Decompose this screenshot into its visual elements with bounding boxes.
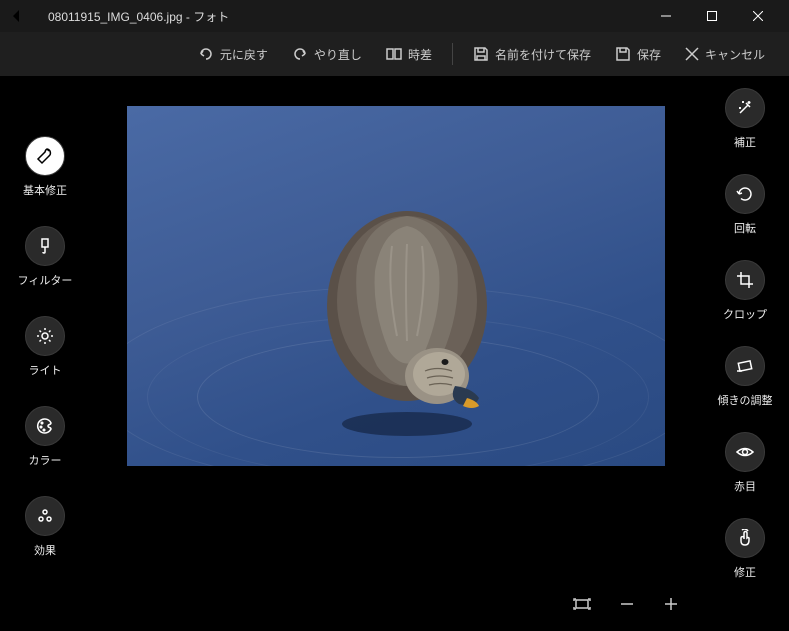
enhance-label: 補正 [734, 134, 756, 150]
compare-label: 時差 [408, 46, 432, 63]
crop-button[interactable]: クロップ [723, 260, 767, 322]
bottom-bar [0, 589, 699, 619]
rotate-icon [725, 174, 765, 214]
title-bar: 08011915_IMG_0406.jpg - フォト [0, 0, 789, 32]
straighten-button[interactable]: 傾きの調整 [718, 346, 773, 408]
straighten-icon [725, 346, 765, 386]
redo-button[interactable]: やり直し [282, 40, 372, 69]
window-title: 08011915_IMG_0406.jpg - フォト [48, 8, 643, 25]
effect-label: 効果 [34, 542, 56, 558]
wrench-icon [25, 136, 65, 176]
effect-button[interactable]: 効果 [25, 496, 65, 558]
photo-subject [307, 176, 517, 436]
toolbar: 元に戻す やり直し 時差 名前を付けて保存 保存 キャンセル [0, 32, 789, 76]
compare-button[interactable]: 時差 [376, 40, 442, 69]
left-rail: 基本修正 フィルター ライト カラー 効果 [0, 76, 90, 631]
save-as-button[interactable]: 名前を付けて保存 [463, 40, 601, 69]
back-button[interactable] [8, 4, 32, 28]
crop-icon [725, 260, 765, 300]
undo-button[interactable]: 元に戻す [188, 40, 278, 69]
undo-label: 元に戻す [220, 46, 268, 63]
palette-icon [25, 406, 65, 446]
filename-text: 08011915_IMG_0406.jpg [48, 10, 183, 24]
maximize-button[interactable] [689, 0, 735, 32]
basic-fix-button[interactable]: 基本修正 [23, 136, 67, 198]
main-area: 基本修正 フィルター ライト カラー 効果 [0, 76, 789, 631]
basic-fix-label: 基本修正 [23, 182, 67, 198]
toolbar-divider [452, 43, 453, 65]
appname-text: フォト [193, 10, 229, 24]
zoom-in-button[interactable] [663, 596, 679, 612]
minimize-button[interactable] [643, 0, 689, 32]
save-label: 保存 [637, 46, 661, 63]
retouch-button[interactable]: 修正 [725, 518, 765, 580]
touch-icon [725, 518, 765, 558]
photo-preview[interactable] [127, 106, 665, 466]
filter-label: フィルター [18, 272, 73, 288]
light-label: ライト [29, 362, 62, 378]
cancel-label: キャンセル [705, 46, 765, 63]
wand-icon [725, 88, 765, 128]
canvas-area [90, 76, 701, 631]
save-as-label: 名前を付けて保存 [495, 46, 591, 63]
color-button[interactable]: カラー [25, 406, 65, 468]
rotate-button[interactable]: 回転 [725, 174, 765, 236]
window-controls [643, 0, 781, 32]
effects-icon [25, 496, 65, 536]
retouch-label: 修正 [734, 564, 756, 580]
close-button[interactable] [735, 0, 781, 32]
rotate-label: 回転 [734, 220, 756, 236]
zoom-out-button[interactable] [619, 596, 635, 612]
crop-label: クロップ [723, 306, 767, 322]
light-button[interactable]: ライト [25, 316, 65, 378]
fit-screen-button[interactable] [573, 595, 591, 613]
enhance-button[interactable]: 補正 [725, 88, 765, 150]
cancel-button[interactable]: キャンセル [675, 40, 775, 69]
sun-icon [25, 316, 65, 356]
filter-button[interactable]: フィルター [18, 226, 73, 288]
redo-label: やり直し [314, 46, 362, 63]
eye-icon [725, 432, 765, 472]
straighten-label: 傾きの調整 [718, 392, 773, 408]
save-button[interactable]: 保存 [605, 40, 671, 69]
right-rail: 補正 回転 クロップ 傾きの調整 赤目 修正 [701, 76, 789, 631]
color-label: カラー [29, 452, 62, 468]
brush-icon [25, 226, 65, 266]
redeye-label: 赤目 [734, 478, 756, 494]
redeye-button[interactable]: 赤目 [725, 432, 765, 494]
